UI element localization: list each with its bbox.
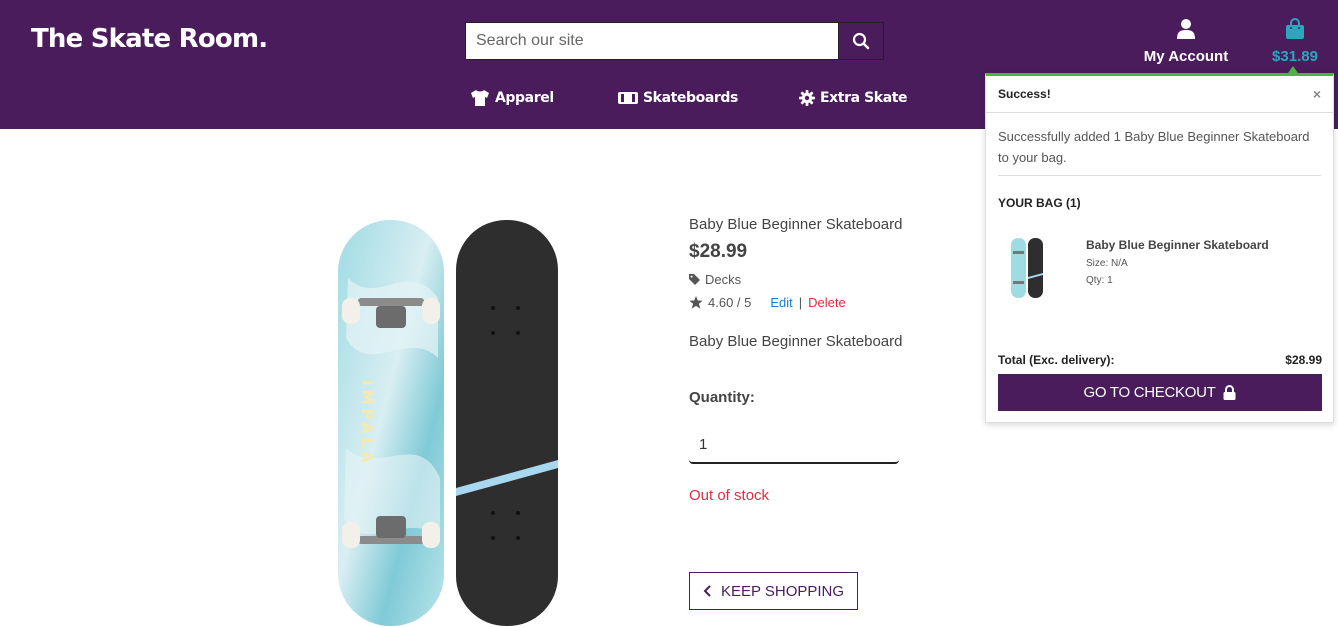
product-description: Baby Blue Beginner Skateboard: [689, 333, 903, 350]
nav-item-apparel[interactable]: Apparel: [470, 90, 554, 106]
nav-item-extra-skate[interactable]: Extra Skate: [799, 90, 908, 106]
gear-icon: [799, 90, 815, 106]
skateboard-icon: [618, 92, 638, 104]
product-category[interactable]: Decks: [689, 272, 741, 287]
shopping-bag-button[interactable]: $31.89: [1266, 18, 1324, 65]
site-logo[interactable]: The Skate Room.: [31, 24, 268, 54]
tshirt-icon: [471, 90, 489, 106]
checkout-label: GO TO CHECKOUT: [1083, 384, 1216, 401]
bag-title: YOUR BAG (1): [998, 196, 1081, 210]
product-price: $28.99: [689, 241, 748, 262]
product-rating: 4.60 / 5 Edit | Delete: [689, 295, 846, 310]
delete-product-link[interactable]: Delete: [808, 295, 846, 310]
product-title: Baby Blue Beginner Skateboard: [689, 216, 903, 233]
chevron-left-icon: [703, 585, 711, 597]
bag-popover-arrow: [1288, 66, 1298, 73]
star-icon: [689, 296, 703, 309]
nav-item-label: Extra Skate: [820, 90, 908, 106]
bag-item-thumbnail: [1010, 237, 1044, 299]
keep-shopping-label: KEEP SHOPPING: [720, 582, 845, 600]
quantity-label: Quantity:: [689, 389, 755, 406]
my-account-link[interactable]: My Account: [1140, 18, 1232, 65]
nav-item-skateboards[interactable]: Skateboards: [618, 90, 738, 106]
link-separator: |: [798, 295, 803, 310]
search-bar: [465, 22, 884, 60]
nav-item-label: Skateboards: [643, 90, 738, 106]
total-label: Total (Exc. delivery):: [998, 353, 1115, 367]
nav-item-label: Apparel: [495, 90, 554, 106]
checkout-button[interactable]: GO TO CHECKOUT: [998, 374, 1322, 411]
keep-shopping-button[interactable]: KEEP SHOPPING: [689, 572, 858, 610]
total-value: $28.99: [1285, 353, 1322, 367]
user-icon: [1177, 19, 1195, 39]
quantity-input[interactable]: [689, 426, 899, 464]
edit-product-link[interactable]: Edit: [770, 295, 792, 310]
toast-message: Successfully added 1 Baby Blue Beginner …: [998, 126, 1321, 176]
search-icon: [852, 32, 870, 50]
toast-header: Success! ×: [986, 76, 1333, 113]
product-category-label: Decks: [705, 272, 742, 287]
toast-title: Success!: [998, 87, 1051, 101]
product-image: IMPALA: [328, 218, 568, 627]
search-button[interactable]: [838, 23, 883, 59]
shopping-bag-icon: [1286, 18, 1304, 39]
lock-icon: [1223, 385, 1236, 400]
bag-item-name[interactable]: Baby Blue Beginner Skateboard: [1086, 238, 1269, 252]
tag-icon: [689, 274, 700, 285]
bag-success-toast: Success! × Successfully added 1 Baby Blu…: [985, 73, 1334, 423]
my-account-label: My Account: [1143, 48, 1229, 65]
bag-total-row: Total (Exc. delivery): $28.99: [998, 353, 1322, 367]
bag-item-qty: Qty: 1: [1086, 275, 1113, 286]
rating-value: 4.60 / 5: [708, 295, 752, 310]
stock-status: Out of stock: [689, 487, 770, 504]
deck-brand-text: IMPALA: [358, 380, 376, 467]
close-icon[interactable]: ×: [1313, 86, 1321, 102]
bag-item-size: Size: N/A: [1086, 258, 1128, 269]
bag-total: $31.89: [1272, 48, 1318, 65]
search-input[interactable]: [466, 23, 838, 59]
